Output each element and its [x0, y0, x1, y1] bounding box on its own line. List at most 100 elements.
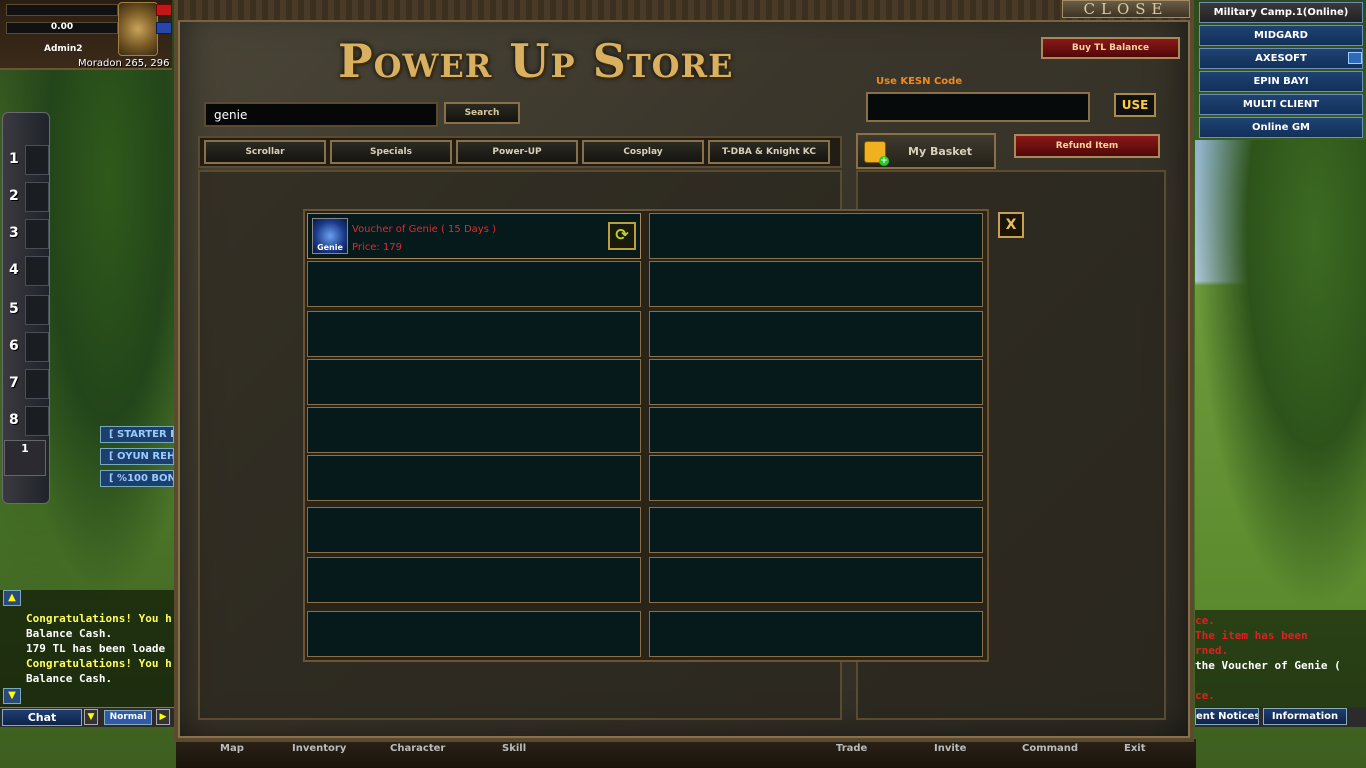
server-list-item[interactable]: MULTI CLIENT [1199, 94, 1363, 115]
hotbar-slot[interactable]: 3 [7, 217, 49, 251]
hotbar-number: 3 [9, 225, 19, 241]
item-slot[interactable] [649, 213, 983, 259]
hotbar-number: 1 [9, 151, 19, 167]
genie-voucher-icon: Genie [312, 218, 348, 254]
chat-mode-button[interactable]: Normal [104, 710, 152, 725]
hotbar-number: 6 [9, 338, 19, 354]
hotbar-number: 8 [9, 412, 19, 428]
tab-scrollar[interactable]: Scrollar [204, 140, 326, 164]
store-top-band [178, 0, 1190, 22]
hotbar-number: 2 [9, 188, 19, 204]
item-slot[interactable] [307, 611, 641, 657]
kesn-code-label: Use KESN Code [876, 76, 963, 87]
blue-indicator-icon [156, 22, 172, 34]
item-slot[interactable] [649, 407, 983, 453]
chat-channel-button[interactable]: Chat [2, 709, 82, 726]
hotbar-slot[interactable]: 6 [7, 330, 49, 364]
item-slot[interactable] [649, 311, 983, 357]
item-slot[interactable] [649, 507, 983, 553]
menu-inventory[interactable]: Inventory [292, 743, 346, 754]
hotbar-slot[interactable]: 8 [7, 404, 49, 438]
hotbar-slot[interactable]: 5 [7, 293, 49, 327]
side-link-starter[interactable]: [ STARTER PA [100, 426, 174, 443]
item-slot[interactable] [649, 359, 983, 405]
location-readout: Moradon 265, 296 [78, 58, 170, 69]
chat-scroll-up-icon[interactable]: ▲ [3, 590, 21, 606]
menu-invite[interactable]: Invite [934, 743, 966, 754]
item-slot[interactable] [307, 557, 641, 603]
hotbar-slot[interactable]: 7 [7, 367, 49, 401]
chat-input-bar: Chat ▼ Normal ▶ [0, 707, 175, 727]
item-slot[interactable] [307, 261, 641, 307]
chat-mode-arrow-icon[interactable]: ▶ [156, 709, 170, 725]
menu-exit[interactable]: Exit [1124, 743, 1146, 754]
refund-item-button[interactable]: Refund Item [1014, 134, 1160, 158]
hotbar-slot[interactable]: 2 [7, 180, 49, 214]
side-link-guide[interactable]: [ OYUN REHBI [100, 448, 174, 465]
item-slot[interactable] [649, 611, 983, 657]
server-list-item[interactable]: AXESOFT [1199, 48, 1363, 69]
chat-channel-arrow-icon[interactable]: ▼ [84, 709, 98, 725]
player-name: Admin2 [44, 44, 83, 54]
chat-line: Congratulations! You h [26, 612, 172, 625]
hotbar-slot[interactable]: 1 [7, 143, 49, 177]
close-results-button[interactable]: X [998, 212, 1024, 238]
tab-information[interactable]: Information [1263, 708, 1347, 725]
chat-scroll-down-icon[interactable]: ▼ [3, 688, 21, 704]
my-basket-label: My Basket [908, 145, 973, 158]
menu-character[interactable]: Character [390, 743, 445, 754]
my-basket-tab[interactable]: My Basket [856, 133, 996, 169]
item-slot[interactable] [307, 311, 641, 357]
server-list-item[interactable]: MIDGARD [1199, 25, 1363, 46]
minimize-icon[interactable] [1348, 52, 1362, 64]
item-name: Voucher of Genie ( 15 Days ) [352, 224, 496, 235]
chat-line: Balance Cash. [26, 672, 113, 685]
hp-value: 0.00 [50, 22, 74, 32]
chat-log: Congratulations! You h Balance Cash. 179… [0, 590, 175, 708]
notice-line: The item has been [1195, 629, 1308, 642]
red-indicator-icon [156, 4, 172, 16]
bottom-menu-bar: Map Inventory Character Skill Trade Invi… [176, 738, 1196, 768]
store-close-button[interactable]: CLOSE [1062, 0, 1190, 18]
use-code-button[interactable]: USE [1114, 93, 1156, 117]
notice-log: ce. The item has been rned. the Voucher … [1195, 610, 1366, 708]
item-slot[interactable] [649, 261, 983, 307]
hotbar-number: 5 [9, 301, 19, 317]
item-slot[interactable] [307, 359, 641, 405]
hotbar-slot[interactable]: 4 [7, 254, 49, 288]
side-link-bonus[interactable]: [ %100 BONU [100, 470, 174, 487]
item-slot[interactable] [649, 557, 983, 603]
item-slot[interactable] [307, 507, 641, 553]
hotbar-number: 7 [9, 375, 19, 391]
tab-notices[interactable]: ent Notices [1195, 708, 1259, 725]
background-tree-right [1195, 140, 1366, 610]
server-list-item[interactable]: Online GM [1199, 117, 1363, 138]
menu-trade[interactable]: Trade [836, 743, 867, 754]
menu-map[interactable]: Map [220, 743, 244, 754]
server-list-item[interactable]: EPIN BAYI [1199, 71, 1363, 92]
chat-line: Balance Cash. [26, 627, 113, 640]
tab-power-up[interactable]: Power-UP [456, 140, 578, 164]
refresh-icon[interactable]: ⟳ [608, 222, 636, 250]
item-slot[interactable] [307, 407, 641, 453]
hotbar-page-selector[interactable]: 1 [4, 440, 46, 476]
search-results-grid: Genie Voucher of Genie ( 15 Days ) Price… [303, 209, 989, 662]
server-list-item[interactable]: Military Camp.1(Online) [1199, 2, 1363, 23]
kesn-code-input[interactable] [866, 92, 1090, 122]
item-slot[interactable] [649, 455, 983, 501]
menu-command[interactable]: Command [1022, 743, 1078, 754]
search-button[interactable]: Search [444, 102, 520, 124]
tab-tdba-knight-kc[interactable]: T-DBA & Knight KC [708, 140, 830, 164]
shopping-bag-icon [864, 141, 889, 166]
server-list: Military Camp.1(Online) MIDGARD AXESOFT … [1197, 0, 1366, 140]
tab-cosplay[interactable]: Cosplay [582, 140, 704, 164]
item-slot[interactable]: Genie Voucher of Genie ( 15 Days ) Price… [307, 213, 641, 259]
store-title: Power Up Store [338, 34, 734, 88]
menu-skill[interactable]: Skill [502, 743, 526, 754]
clan-emblem-icon[interactable] [118, 2, 158, 56]
search-input[interactable]: genie [204, 102, 438, 127]
buy-tl-balance-button[interactable]: Buy TL Balance [1041, 37, 1180, 59]
chat-line: 179 TL has been loade [26, 642, 166, 655]
item-slot[interactable] [307, 455, 641, 501]
tab-specials[interactable]: Specials [330, 140, 452, 164]
